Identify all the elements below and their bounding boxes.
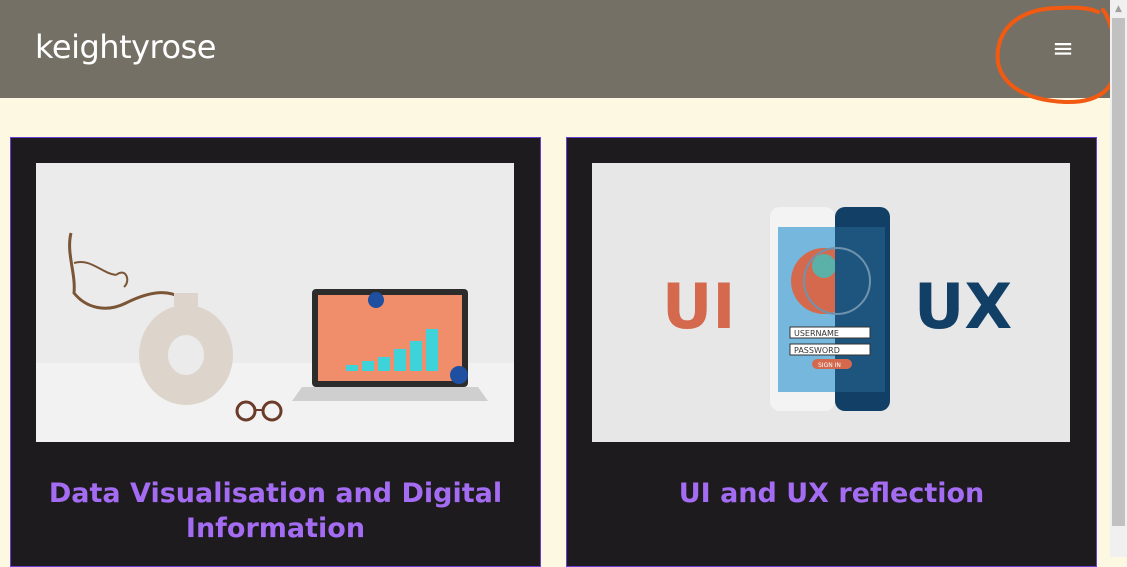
- scroll-up-arrow-icon[interactable]: ▲: [1110, 0, 1127, 17]
- card-title[interactable]: UI and UX reflection: [567, 476, 1096, 511]
- brand-logo-text[interactable]: keightyrose: [35, 28, 216, 66]
- ui-ux-illustration: UI UX USERNAME PASSWORD SIGN IN: [592, 163, 1070, 442]
- blog-card-ui-ux-reflection[interactable]: UI UX USERNAME PASSWORD SIGN IN UI and U…: [566, 137, 1097, 567]
- ui-ux-phone-illustration-image[interactable]: UI UX USERNAME PASSWORD SIGN IN: [592, 163, 1070, 442]
- hamburger-menu-icon: ≡: [1052, 34, 1074, 64]
- card-title[interactable]: Data Visualisation and Digital Informati…: [11, 476, 540, 546]
- ux-label: UX: [914, 270, 1012, 343]
- ui-label: UI: [662, 270, 735, 343]
- laptop-scene-illustration: [36, 163, 514, 442]
- scrollbar-thumb[interactable]: [1112, 18, 1125, 526]
- sign-in-button-label: SIGN IN: [818, 362, 841, 369]
- password-field-label: PASSWORD: [794, 346, 840, 355]
- username-field-label: USERNAME: [794, 329, 839, 338]
- hamburger-menu-button[interactable]: ≡: [1044, 32, 1082, 66]
- laptop-chart-vase-glasses-image[interactable]: [36, 163, 514, 442]
- site-header: keightyrose ≡: [0, 0, 1110, 98]
- blog-card-data-visualisation[interactable]: Data Visualisation and Digital Informati…: [10, 137, 541, 567]
